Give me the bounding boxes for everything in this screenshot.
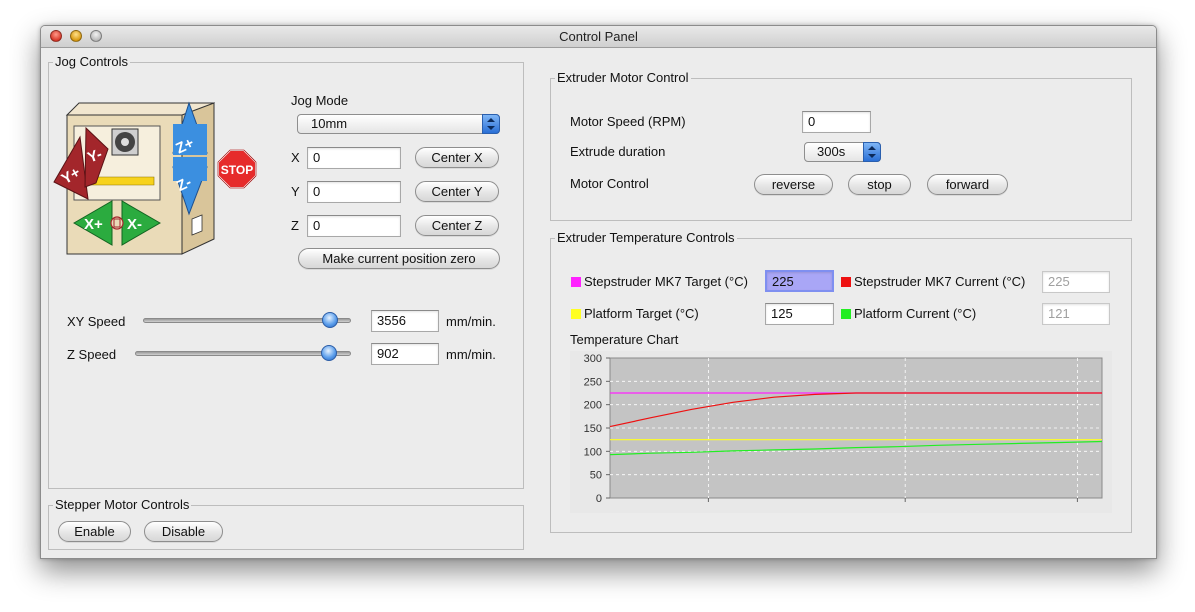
make-position-zero-button[interactable]: Make current position zero [298,248,500,269]
home-icon[interactable] [110,216,124,230]
jog-mode-select[interactable]: 10mm [297,114,500,134]
z-speed-unit: mm/min. [446,347,496,362]
z-label: Z [291,218,299,233]
extruder-target-field[interactable]: 225 [765,270,834,292]
enable-button[interactable]: Enable [58,521,131,542]
center-y-button[interactable]: Center Y [415,181,499,202]
stepper-motor-title: Stepper Motor Controls [53,497,192,512]
stop-label: STOP [221,163,253,177]
z-speed-field[interactable]: 902 [371,343,439,365]
extrude-duration-select[interactable]: 300s [804,142,881,162]
extruder-target-label: Stepstruder MK7 Target (°C) [584,274,748,289]
y-position-field[interactable]: 0 [307,181,401,203]
z-speed-slider-knob[interactable] [321,345,338,361]
z-speed-slider-track[interactable] [135,351,351,356]
x-label: X [291,150,300,165]
motor-speed-field[interactable]: 0 [802,111,871,133]
jog-mode-label: Jog Mode [291,93,349,108]
motor-speed-label: Motor Speed (RPM) [570,114,686,129]
printer-jog-pad: Y+ Y- X+ X- Z+ Z- STOP [53,101,257,255]
temperature-chart-label: Temperature Chart [570,332,679,347]
motor-control-label: Motor Control [570,176,649,191]
platform-target-label: Platform Target (°C) [584,306,699,321]
temperature-chart: 0 50 100 150 200 250 300 [570,351,1112,513]
reverse-button[interactable]: reverse [754,174,833,195]
window-title: Control Panel [559,29,638,44]
x-minus-label: X- [127,216,142,233]
target-color-swatch [571,277,581,287]
platform-current-field: 121 [1042,303,1110,325]
platform-target-color-swatch [571,309,581,319]
extruder-motor-title: Extruder Motor Control [555,70,691,85]
y-label: Y [291,184,300,199]
stepper-motor-group: Stepper Motor Controls Enable Disable [48,498,524,550]
disable-button[interactable]: Disable [144,521,223,542]
title-bar: Control Panel [41,26,1156,48]
jog-controls-title: Jog Controls [53,54,130,69]
xy-speed-label: XY Speed [67,314,126,329]
chart-y-tick-label: 300 [584,353,602,365]
platform-current-label: Platform Current (°C) [854,306,977,321]
x-position-field[interactable]: 0 [307,147,401,169]
select-arrows-icon [482,114,500,134]
extruder-current-field: 225 [1042,271,1110,293]
chart-y-tick-label: 100 [584,446,602,458]
xy-speed-field[interactable]: 3556 [371,310,439,332]
current-color-swatch [841,277,851,287]
z-position-field[interactable]: 0 [307,215,401,237]
chart-y-tick-label: 50 [590,470,602,482]
extrude-duration-label: Extrude duration [570,144,666,159]
platform-current-color-swatch [841,309,851,319]
xy-speed-slider-track[interactable] [143,318,351,323]
control-panel-window: Control Panel Jog Controls Y+ Y- X+ X- Z… [40,25,1157,559]
jog-mode-value: 10mm [311,116,348,131]
chart-y-tick-label: 0 [596,493,602,505]
extrude-duration-value: 300s [817,144,846,159]
z-speed-label: Z Speed [67,347,117,362]
stop-button[interactable]: STOP [217,149,257,189]
forward-button[interactable]: forward [927,174,1008,195]
extruder-temperature-group: Extruder Temperature Controls Stepstrude… [550,231,1132,533]
extruder-motor-group: Extruder Motor Control Motor Speed (RPM)… [550,71,1132,221]
jog-controls-group: Jog Controls Y+ Y- X+ X- Z+ Z- STOP Jog … [48,55,524,489]
chart-y-tick-label: 250 [584,376,602,388]
xy-speed-slider-knob[interactable] [322,312,339,328]
x-plus-label: X+ [84,216,103,233]
extruder-temperature-title: Extruder Temperature Controls [555,230,737,245]
select-arrows-icon [863,142,881,162]
extruder-current-label: Stepstruder MK7 Current (°C) [854,274,1026,289]
xy-speed-unit: mm/min. [446,314,496,329]
stop-motor-button[interactable]: stop [848,174,911,195]
center-z-button[interactable]: Center Z [415,215,499,236]
chart-y-tick-label: 150 [584,423,602,435]
platform-target-field[interactable]: 125 [765,303,834,325]
center-x-button[interactable]: Center X [415,147,499,168]
chart-y-tick-label: 200 [584,400,602,412]
